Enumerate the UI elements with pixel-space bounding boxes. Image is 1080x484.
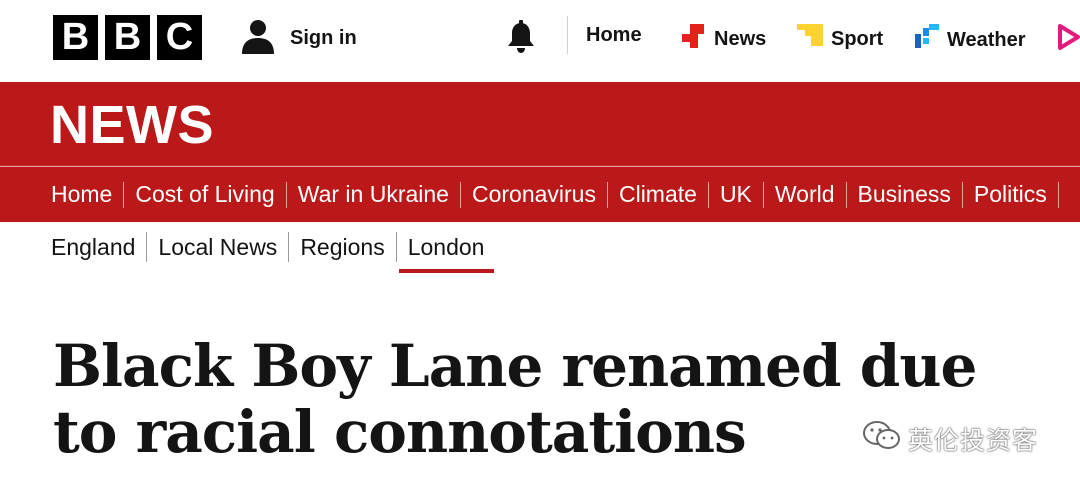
section-nav-home[interactable]: Home [51,181,112,208]
nav-separator [762,181,764,208]
watermark: 英伦投资客 [862,420,1038,457]
sub-nav: England Local News Regions London [51,232,495,273]
watermark-text: 英伦投资客 [908,425,1039,455]
top-nav-home[interactable]: Home [586,24,642,47]
section-nav-coronavirus[interactable]: Coronavirus [472,181,596,208]
nav-separator [288,232,290,262]
nav-separator [845,181,847,208]
sub-nav-label: London [407,233,485,260]
masthead: B B C Sign in Home News Sport Weather [0,0,1080,80]
nav-separator [961,181,963,208]
top-nav-weather[interactable]: Weather [915,24,1026,56]
section-nav-label: UK [719,181,752,207]
wechat-icon [862,420,902,457]
nav-separator [395,232,397,262]
sign-in-button[interactable]: Sign in [240,18,357,59]
news-title[interactable]: NEWS [50,94,214,156]
section-nav-climate[interactable]: Climate [619,181,697,208]
sign-in-label: Sign in [290,27,357,49]
top-nav-label: Home [586,24,642,46]
user-icon [240,18,276,59]
nav-separator [606,181,608,208]
active-indicator [711,223,760,227]
news-banner: NEWS [0,82,1080,166]
section-nav: Home Cost of Living War in Ukraine Coron… [0,167,1080,227]
section-nav-politics[interactable]: Politics [974,181,1047,208]
nav-separator [1057,181,1059,208]
sport-icon [797,24,825,54]
section-nav-cost-of-living[interactable]: Cost of Living [135,181,274,208]
section-nav-business[interactable]: Business [858,181,951,208]
logo-letter: C [157,15,202,60]
sub-nav-local-news[interactable]: Local News [158,234,277,261]
section-nav-world[interactable]: World [775,181,835,208]
news-icon [682,24,708,54]
top-nav-sport[interactable]: Sport [797,24,883,54]
bell-icon[interactable] [505,20,537,59]
weather-icon [915,24,941,56]
nav-separator [285,181,287,208]
section-nav-uk[interactable]: UK [711,181,760,227]
top-nav-label: Weather [947,28,1026,51]
nav-separator [146,232,148,262]
top-nav-more[interactable] [1058,24,1080,56]
nav-separator [459,181,461,208]
logo-letter: B [53,15,98,60]
sub-nav-london[interactable]: London [398,233,495,273]
logo-letter: B [105,15,150,60]
sub-nav-england[interactable]: England [51,234,135,261]
top-nav-label: News [714,27,767,50]
section-nav-war-in-ukraine[interactable]: War in Ukraine [298,181,449,208]
sub-nav-regions[interactable]: Regions [300,234,384,261]
top-nav-label: Sport [831,27,884,50]
top-nav-news[interactable]: News [682,24,766,54]
nav-separator [707,181,709,208]
masthead-divider [567,16,568,54]
active-indicator [398,268,495,273]
play-icon [1058,24,1080,56]
bbc-logo[interactable]: B B C [53,15,202,60]
nav-separator [123,181,125,208]
